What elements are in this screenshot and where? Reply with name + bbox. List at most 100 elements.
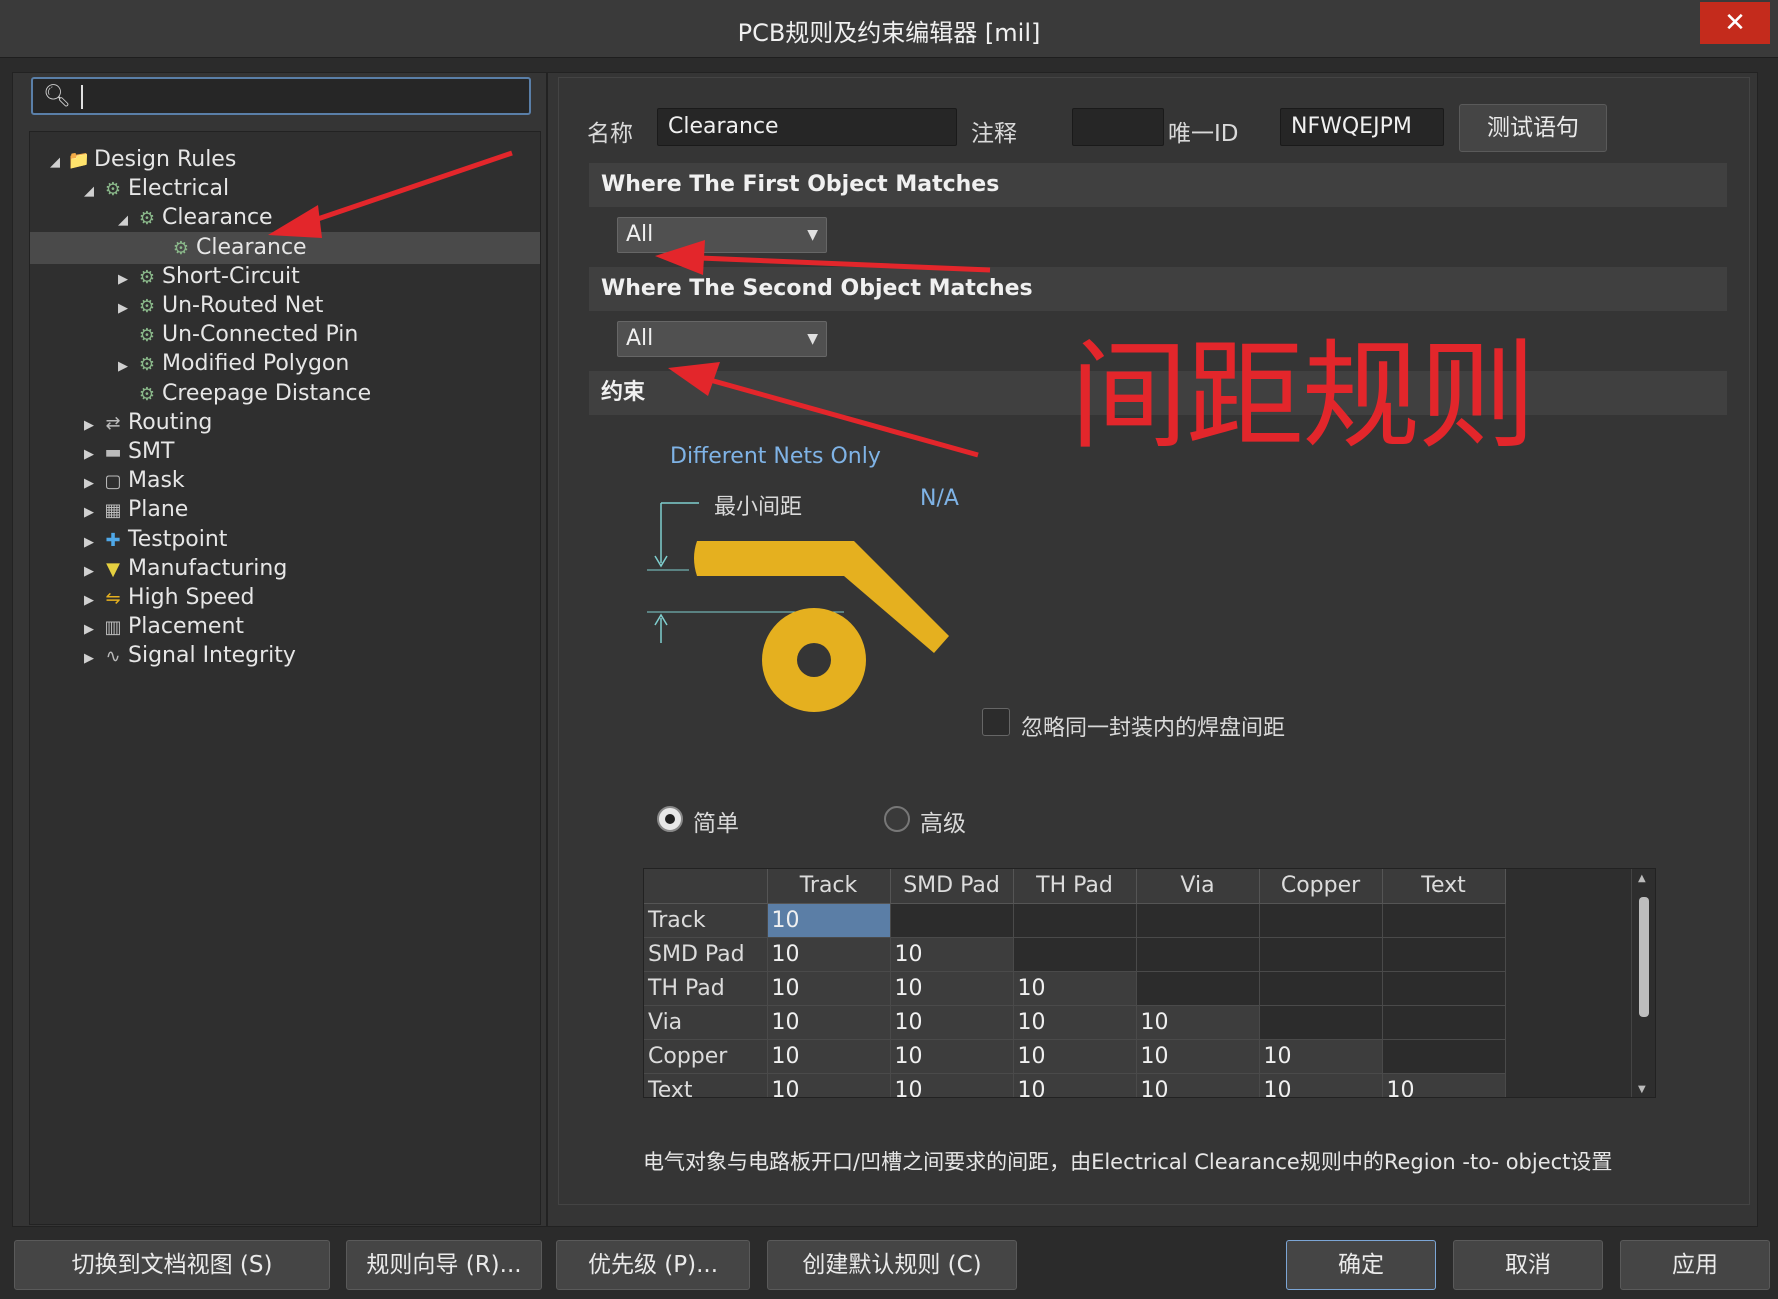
net-scope-link[interactable]: Different Nets Only [670, 444, 881, 469]
tree-item[interactable]: ◢ ⚙ Clearance [30, 202, 540, 234]
tree-item[interactable]: ▶ ⇄ Routing [30, 407, 540, 439]
scroll-thumb[interactable] [1639, 897, 1649, 1017]
tree-item-label: Creepage Distance [162, 380, 372, 406]
placement-icon: ▥ [104, 617, 122, 639]
table-cell[interactable]: 10 [767, 971, 891, 1006]
annotation-text: 间距规则 [1070, 327, 1536, 465]
column-header: Text [1382, 869, 1506, 904]
table-cell[interactable]: 10 [767, 903, 891, 938]
create-default-rules-button[interactable]: 创建默认规则 (C) [767, 1240, 1017, 1290]
table-cell[interactable]: 10 [767, 937, 891, 972]
uid-field[interactable]: NFWQEJPM [1280, 108, 1444, 146]
table-cell[interactable]: 10 [1259, 1039, 1383, 1074]
second-match-value: All [626, 326, 654, 351]
rule-wizard-button[interactable]: 规则向导 (R)... [346, 1240, 542, 1290]
table-cell[interactable]: 10 [890, 1005, 1014, 1040]
table-cell[interactable]: 10 [1013, 971, 1137, 1006]
name-field[interactable]: Clearance [657, 108, 957, 146]
table-cell [1136, 971, 1260, 1006]
tree-item[interactable]: ▶ ✚ Testpoint [30, 524, 540, 556]
rules-tree-panel: 🔍︎ ◢ 📁 Design Rules ◢ ⚙ Electrical ◢ ⚙ Clearance… [12, 72, 547, 1227]
row-header: SMD Pad [644, 937, 768, 972]
tree-item[interactable]: ▶ ⚙ Short-Circuit [30, 261, 540, 293]
tree-item[interactable]: ▶ ▦ Plane [30, 494, 540, 526]
table-cell[interactable]: 10 [1136, 1039, 1260, 1074]
manufacturing-icon: ▼ [106, 558, 120, 580]
table-cell[interactable]: 10 [890, 1073, 1014, 1097]
scroll-up-icon[interactable]: ▲ [1638, 873, 1646, 884]
row-header: Copper [644, 1039, 768, 1074]
tree-item[interactable]: ▶ ▥ Placement [30, 611, 540, 643]
close-button[interactable]: ✕ [1700, 2, 1770, 44]
table-cell[interactable]: 10 [1136, 1005, 1260, 1040]
tree-item[interactable]: ▶ ▢ Mask [30, 465, 540, 497]
vertical-scrollbar[interactable]: ▲ ▼ [1631, 869, 1655, 1097]
clearance-table: Track SMD Pad TH Pad Via Copper Text Track 10 S… [644, 869, 1506, 1097]
table-cell [1259, 937, 1383, 972]
tree-item[interactable]: ▶ ⚙ Modified Polygon [30, 348, 540, 380]
tree-item-label: SMT [128, 439, 175, 464]
first-match-value: All [626, 222, 654, 247]
ignore-pads-label: 忽略同一封装内的焊盘间距 [1021, 716, 1286, 741]
high-speed-icon: ⇋ [105, 588, 121, 609]
table-cell[interactable]: 10 [1259, 1073, 1383, 1097]
table-cell[interactable]: 10 [890, 1039, 1014, 1074]
table-cell[interactable]: 10 [890, 937, 1014, 972]
search-input[interactable]: 🔍︎ [31, 77, 531, 115]
tree-item-label: Routing [128, 409, 213, 435]
ignore-pads-checkbox[interactable] [982, 708, 1010, 736]
simple-radio[interactable] [657, 806, 683, 832]
priority-button[interactable]: 优先级 (P)... [556, 1240, 750, 1290]
table-cell[interactable]: 10 [890, 971, 1014, 1006]
tree-item[interactable]: ⚙ Creepage Distance [30, 378, 540, 410]
tree-item[interactable]: ⚙ Clearance [30, 231, 540, 264]
uid-label: 唯一ID [1168, 121, 1239, 147]
table-cell[interactable]: 10 [1382, 1073, 1506, 1097]
advanced-radio[interactable] [884, 806, 910, 832]
tree-item[interactable]: ▶ ⚙ Un-Routed Net [30, 290, 540, 322]
footer-note: 电气对象与电路板开口/凹槽之间要求的间距，由Electrical Clearan… [643, 1150, 1613, 1174]
apply-button[interactable]: 应用 [1620, 1240, 1770, 1290]
table-cell[interactable]: 10 [1013, 1073, 1137, 1097]
table-cell[interactable]: 10 [767, 1005, 891, 1040]
table-cell [890, 903, 1014, 938]
tree-item-label: Clearance [196, 234, 307, 260]
table-cell [1382, 903, 1506, 938]
table-row: SMD Pad 10 10 [644, 937, 1506, 972]
tree-item-label: Un-Routed Net [162, 293, 324, 318]
tree-item-label: High Speed [128, 585, 255, 610]
tree-item[interactable]: ▶ ∿ Signal Integrity [30, 640, 540, 672]
table-cell[interactable]: 10 [1136, 1073, 1260, 1097]
tree-item-label: Design Rules [94, 147, 237, 172]
tree-item[interactable]: ◢ ⚙ Electrical [30, 173, 540, 205]
first-match-combo[interactable]: All ▼ [617, 217, 827, 253]
table-cell[interactable]: 10 [767, 1073, 891, 1097]
test-query-button[interactable]: 测试语句 [1459, 104, 1607, 152]
tree-item[interactable]: ▶ ▼ Manufacturing [30, 553, 540, 585]
switch-doc-view-button[interactable]: 切换到文档视图 (S) [14, 1240, 330, 1290]
table-cell [1382, 937, 1506, 972]
tree-item[interactable]: ⚙ Un-Connected Pin [30, 319, 540, 351]
tree-item[interactable]: ▶ ⇋ High Speed [30, 582, 540, 614]
rule-icon: ⚙ [138, 354, 156, 376]
table-cell [1136, 903, 1260, 938]
chevron-down-icon: ▼ [807, 227, 818, 243]
table-cell[interactable]: 10 [767, 1039, 891, 1074]
cancel-button[interactable]: 取消 [1453, 1240, 1603, 1290]
second-match-combo[interactable]: All ▼ [617, 321, 827, 357]
table-cell [1259, 1005, 1383, 1040]
tree-item-label: Placement [128, 614, 245, 640]
table-cell[interactable]: 10 [1013, 1039, 1137, 1074]
expand-icon[interactable]: ▶ [80, 643, 98, 675]
tree-item[interactable]: ◢ 📁 Design Rules [30, 144, 540, 176]
clearance-diagram [647, 502, 949, 712]
table-cell[interactable]: 10 [1013, 1005, 1137, 1040]
table-row: Via 10 10 10 10 [644, 1005, 1506, 1040]
grid-corner [644, 869, 768, 904]
ok-button[interactable]: 确定 [1286, 1240, 1436, 1290]
comment-field[interactable] [1072, 108, 1164, 146]
tree-item[interactable]: ▶ ▬ SMT [30, 436, 540, 468]
scroll-down-icon[interactable]: ▼ [1638, 1084, 1646, 1095]
name-label: 名称 [587, 121, 633, 147]
folder-icon: 📁 [67, 150, 91, 171]
